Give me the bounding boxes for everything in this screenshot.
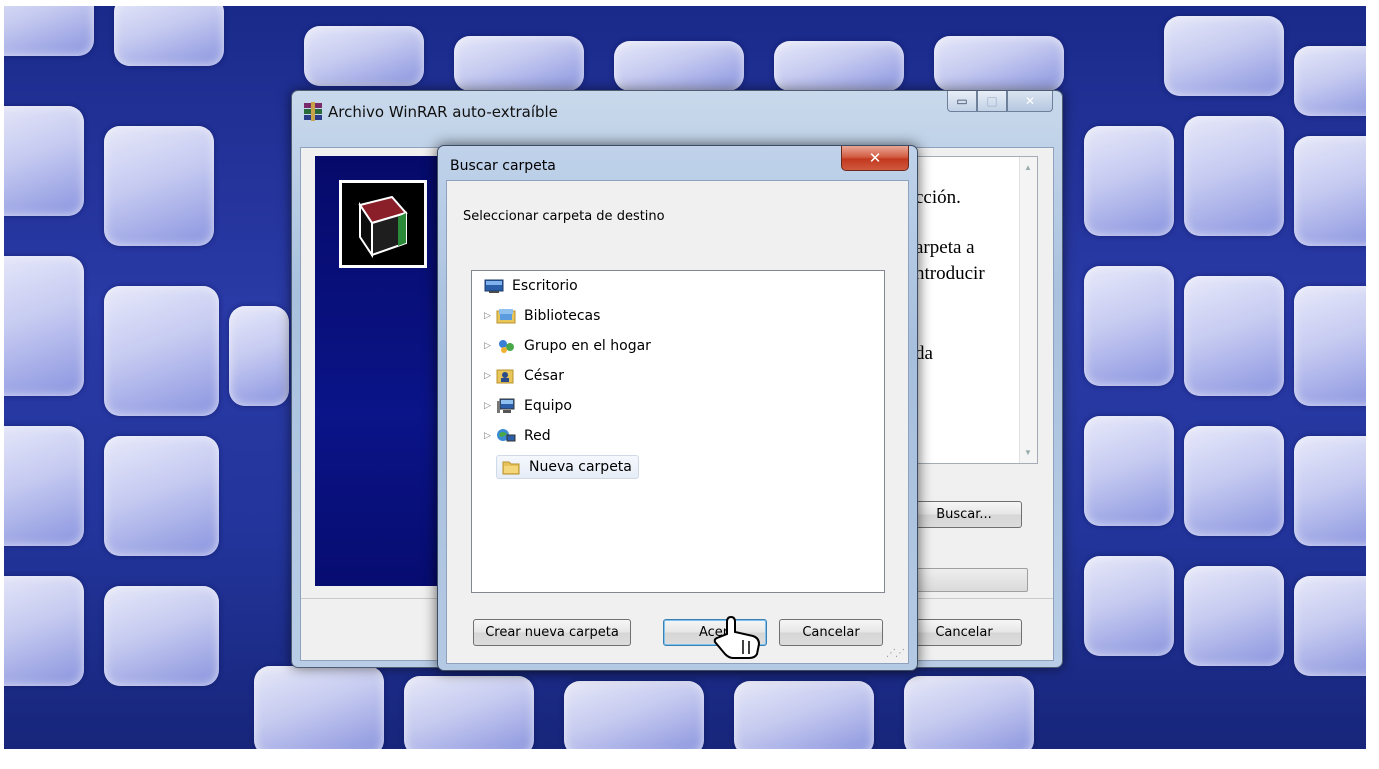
tree-item-label: César: [524, 368, 565, 384]
tree-item-bibliotecas[interactable]: ▷ Bibliotecas: [484, 305, 600, 327]
text-line: ntroducir: [915, 263, 985, 284]
wallpaper-tile: [1084, 416, 1174, 526]
wallpaper-tile: [1184, 426, 1284, 536]
homegroup-icon: [496, 338, 516, 354]
scroll-down-arrow-icon[interactable]: ▼: [1024, 448, 1032, 457]
expand-arrow-icon[interactable]: ▷: [484, 311, 494, 321]
wallpaper-tile: [4, 256, 84, 396]
tree-item-label: Red: [524, 428, 551, 444]
sfx-logo: [339, 180, 427, 268]
wallpaper-tile: [734, 681, 874, 749]
wallpaper-tile: [1294, 136, 1366, 246]
tree-item-nueva-carpeta[interactable]: Nueva carpeta: [496, 455, 639, 479]
wallpaper-tile: [1294, 286, 1366, 406]
network-icon: [496, 428, 516, 444]
folder-icon: [501, 459, 521, 475]
cancel-button[interactable]: Cancelar: [779, 619, 883, 646]
wallpaper-tile: [304, 26, 424, 86]
wallpaper-tile: [4, 576, 84, 686]
text-line: arpeta a: [915, 237, 975, 258]
user-folder-icon: [496, 368, 516, 384]
wallpaper-tile: [104, 286, 219, 416]
libraries-icon: [496, 308, 516, 324]
wallpaper-tile: [1164, 16, 1284, 96]
wallpaper-tile: [1184, 276, 1284, 396]
maximize-icon: □: [986, 94, 998, 108]
wallpaper-tile: [104, 436, 219, 556]
tree-item-escritorio[interactable]: Escritorio: [484, 275, 578, 297]
wallpaper-tile: [4, 6, 94, 56]
tree-item-label: Bibliotecas: [524, 308, 601, 324]
tree-item-red[interactable]: ▷ Red: [484, 425, 551, 447]
tree-item-cesar[interactable]: ▷ César: [484, 365, 564, 387]
wallpaper-tile: [1084, 556, 1174, 656]
sfx-banner: [315, 156, 457, 586]
wallpaper-tile: [104, 126, 214, 246]
dialog-client-area: Seleccionar carpeta de destino Escritori…: [446, 180, 909, 664]
wallpaper-tile: [4, 106, 84, 216]
wallpaper-tile: [564, 681, 704, 749]
wallpaper-tile: [1294, 46, 1366, 116]
sfx-description-text[interactable]: cción. arpeta a ntroducir da ▲ ▼: [906, 156, 1038, 464]
caption-buttons: ▭ □ ✕: [947, 91, 1053, 113]
expand-arrow-icon[interactable]: ▷: [484, 371, 494, 381]
close-button[interactable]: ✕: [1007, 91, 1053, 112]
expand-arrow-icon[interactable]: ▷: [484, 401, 494, 411]
archive-box-icon: [358, 195, 408, 259]
wallpaper-tile: [774, 41, 904, 91]
wallpaper-tile: [934, 36, 1064, 91]
wallpaper-tile: [229, 306, 289, 406]
browse-folder-dialog: Buscar carpeta ✕ Seleccionar carpeta de …: [437, 145, 918, 671]
minimize-icon: ▭: [956, 94, 968, 108]
browse-button[interactable]: Buscar...: [906, 501, 1022, 528]
wallpaper-tile: [1294, 436, 1366, 546]
text-line: cción.: [915, 187, 961, 208]
close-icon: ✕: [868, 149, 882, 167]
new-folder-button[interactable]: Crear nueva carpeta: [473, 619, 631, 646]
expand-arrow-icon[interactable]: ▷: [484, 431, 494, 441]
scroll-up-arrow-icon[interactable]: ▲: [1024, 163, 1032, 172]
wallpaper-tile: [1084, 266, 1174, 386]
winrar-app-icon: [304, 102, 322, 121]
expand-arrow-icon[interactable]: ▷: [484, 341, 494, 351]
wallpaper-tile: [404, 676, 534, 749]
wallpaper-tile: [614, 41, 744, 91]
tree-item-label: Nueva carpeta: [529, 459, 632, 475]
tree-item-label: Grupo en el hogar: [524, 338, 651, 354]
wallpaper-tile: [1084, 126, 1174, 236]
wallpaper-tile: [904, 676, 1034, 749]
hand-cursor-icon: [713, 615, 761, 659]
desktop-icon: [484, 278, 504, 294]
wallpaper-tile: [1184, 116, 1284, 236]
dialog-prompt: Seleccionar carpeta de destino: [463, 209, 665, 224]
wallpaper-tile: [4, 426, 84, 546]
window-title: Archivo WinRAR auto-extraíble: [328, 103, 558, 121]
folder-tree[interactable]: Escritorio ▷ Bibliotecas ▷ Grupo en el h…: [471, 270, 885, 593]
wallpaper-tile: [454, 36, 584, 91]
minimize-button[interactable]: ▭: [947, 91, 977, 112]
dialog-close-button[interactable]: ✕: [841, 146, 909, 171]
tree-item-equipo[interactable]: ▷ Equipo: [484, 395, 572, 417]
dialog-title: Buscar carpeta: [450, 158, 556, 174]
wallpaper-tile: [1294, 576, 1366, 676]
tree-item-grupo-en-el-hogar[interactable]: ▷ Grupo en el hogar: [484, 335, 651, 357]
close-icon: ✕: [1024, 94, 1036, 108]
cancel-button[interactable]: Cancelar: [906, 619, 1022, 646]
wallpaper-tile: [1184, 566, 1284, 666]
maximize-button[interactable]: □: [977, 91, 1007, 112]
wallpaper-tile: [104, 586, 219, 686]
tree-item-label: Escritorio: [512, 278, 578, 294]
extraction-progress-bar: [906, 568, 1028, 592]
resize-grip-icon[interactable]: ⋰⋰: [886, 648, 905, 659]
vertical-scrollbar[interactable]: ▲ ▼: [1019, 157, 1037, 463]
wallpaper-tile: [254, 666, 384, 749]
computer-icon: [496, 398, 516, 414]
tree-item-label: Equipo: [524, 398, 572, 414]
wallpaper-tile: [114, 6, 224, 66]
